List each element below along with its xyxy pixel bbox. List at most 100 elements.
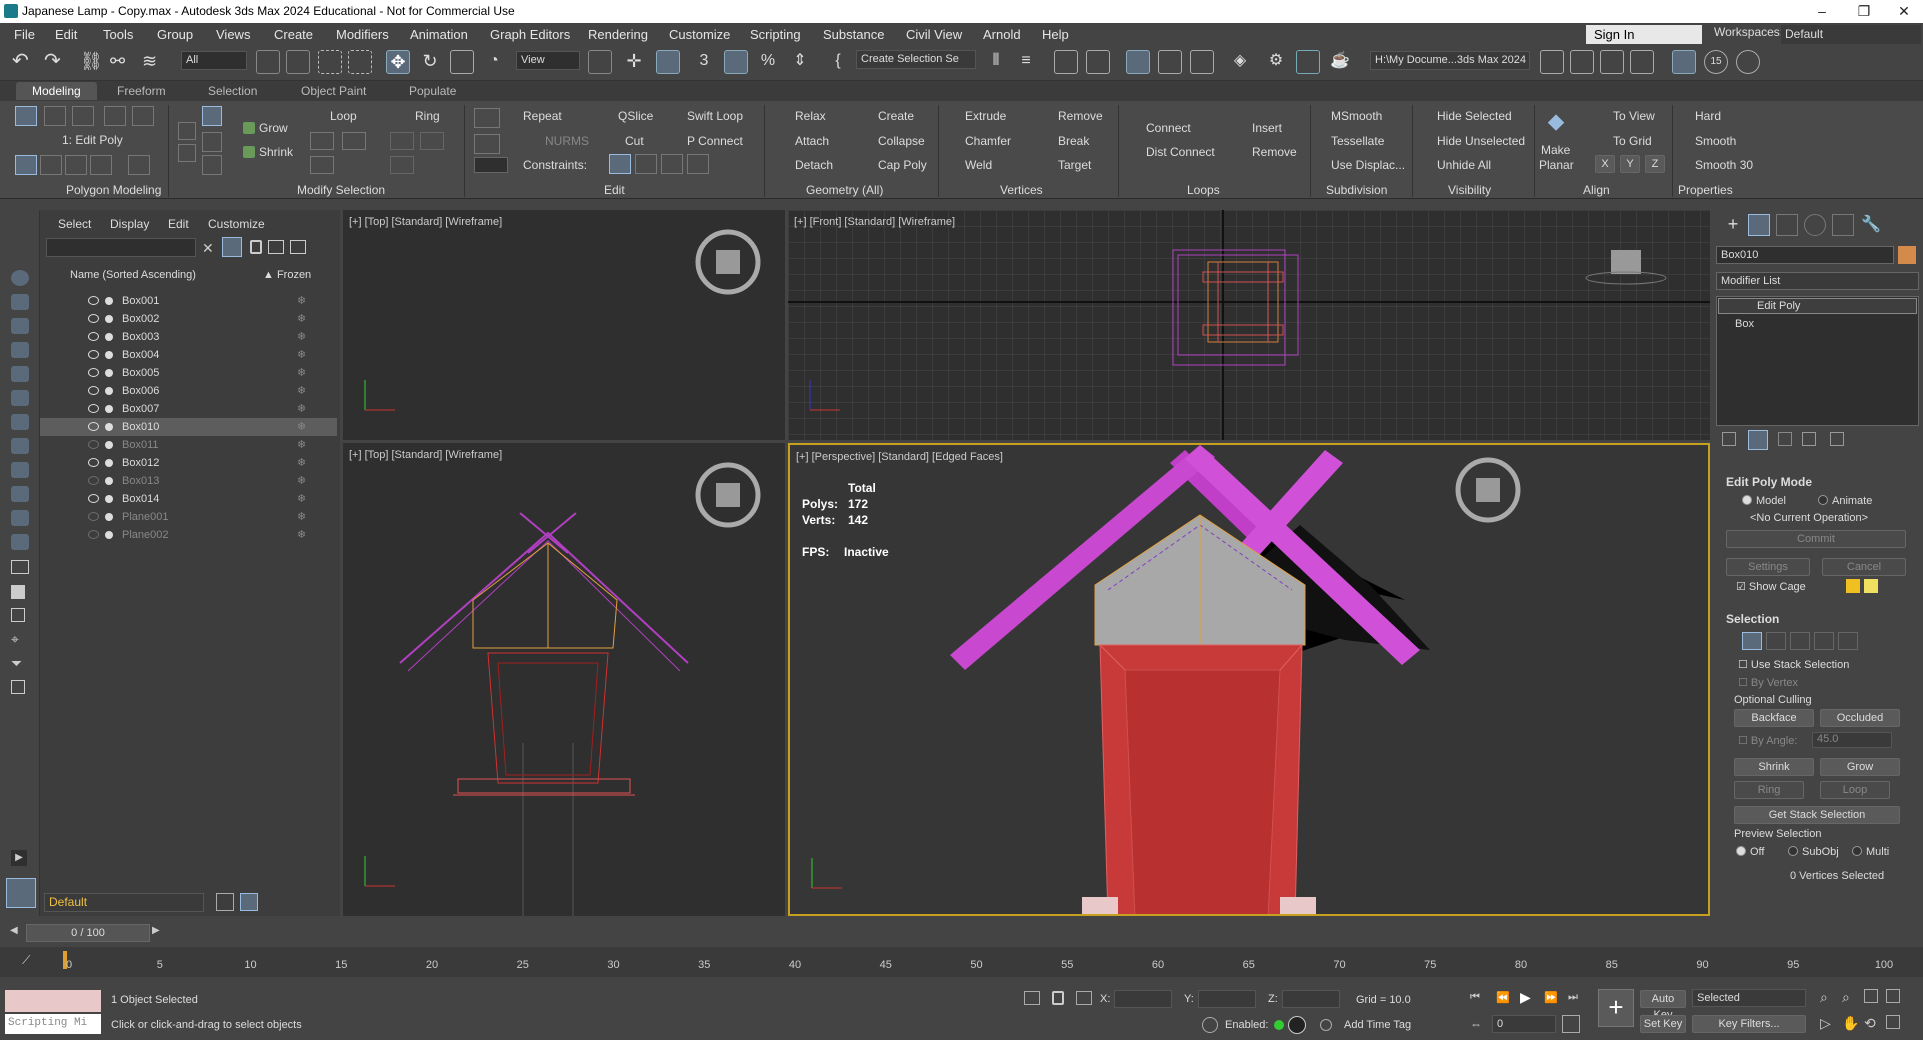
material-editor-icon[interactable]: ◈ bbox=[1228, 50, 1252, 74]
time-tag-icon[interactable] bbox=[1320, 1019, 1332, 1031]
remove-button[interactable]: Remove bbox=[1058, 109, 1103, 123]
sel-polygon-icon[interactable] bbox=[1814, 632, 1834, 650]
align-to-view-button[interactable]: To View bbox=[1613, 109, 1655, 123]
group-geometry[interactable]: Geometry (All) bbox=[806, 183, 883, 197]
remove-loop-button[interactable]: Remove bbox=[1252, 145, 1297, 159]
adaptive-degradation-icon[interactable] bbox=[1202, 1017, 1218, 1033]
scene-row[interactable]: Box001 ❄ bbox=[40, 292, 337, 310]
viewport-top-left[interactable]: [+] [Top] [Standard] [Wireframe] bbox=[343, 210, 785, 440]
version-15-icon[interactable]: 15 bbox=[1704, 50, 1728, 74]
time-config-icon[interactable] bbox=[1562, 1015, 1580, 1033]
display-xrefs-icon[interactable] bbox=[11, 462, 29, 478]
keyboard-shortcut-override-icon[interactable] bbox=[656, 50, 680, 74]
display-cameras-icon[interactable] bbox=[11, 366, 29, 382]
viewcube-top-left[interactable] bbox=[343, 210, 785, 440]
display-spacewarps-icon[interactable] bbox=[11, 414, 29, 430]
align-icon[interactable]: ≡ bbox=[1014, 50, 1038, 74]
preserve-uvs-icon[interactable] bbox=[40, 155, 62, 175]
scene-menu-select[interactable]: Select bbox=[58, 217, 91, 231]
get-stack-selection-button[interactable]: Get Stack Selection bbox=[1734, 806, 1900, 824]
scene-row-name[interactable]: Box001 bbox=[122, 292, 159, 310]
select-ring-icon[interactable] bbox=[202, 155, 222, 175]
visibility-eye-icon[interactable] bbox=[88, 476, 99, 485]
target-weld-button[interactable]: Target bbox=[1058, 158, 1091, 172]
time-tag-toggle[interactable] bbox=[1288, 1016, 1306, 1034]
group-modify-selection[interactable]: Modify Selection bbox=[297, 183, 385, 197]
undo-icon[interactable]: ↶ bbox=[12, 50, 36, 74]
funnel-icon[interactable]: ⏷ bbox=[11, 656, 25, 670]
menu-rendering[interactable]: Rendering bbox=[588, 27, 648, 42]
maximize-viewport-icon[interactable] bbox=[1886, 1015, 1900, 1029]
display-groups-icon[interactable] bbox=[11, 438, 29, 454]
hierarchy-view-icon[interactable] bbox=[268, 240, 284, 254]
visibility-eye-icon[interactable] bbox=[88, 422, 99, 431]
track-bar[interactable]: ⟋ 0 5 10 15 20 25 30 35 40 45 50 55 60 65 70 75 80 85 90 95… bbox=[0, 947, 1923, 977]
smooth-button[interactable]: Smooth bbox=[1695, 134, 1736, 148]
scene-row[interactable]: Box003 ❄ bbox=[40, 328, 337, 346]
shrink-select-icon[interactable] bbox=[178, 144, 196, 162]
frozen-icon[interactable]: ❄ bbox=[297, 490, 306, 508]
insert-loop-button[interactable]: Insert bbox=[1252, 121, 1282, 135]
sel-element-icon[interactable] bbox=[1838, 632, 1858, 650]
backface-button[interactable]: Backface bbox=[1734, 709, 1814, 727]
clear-search-icon[interactable]: ✕ bbox=[202, 240, 214, 257]
orbit-icon[interactable]: ⟲ bbox=[1864, 1015, 1876, 1032]
hierarchy-icon[interactable] bbox=[11, 680, 25, 694]
extrude-button[interactable]: Extrude bbox=[965, 109, 1006, 123]
constraint-face-icon[interactable] bbox=[661, 154, 683, 174]
select-manipulate-icon[interactable]: ✛ bbox=[622, 50, 646, 74]
play-button[interactable]: ▶ bbox=[1520, 989, 1531, 1006]
visibility-eye-icon[interactable] bbox=[88, 404, 99, 413]
pin-stack-icon[interactable] bbox=[1722, 432, 1736, 446]
layer-explorer-icon[interactable] bbox=[240, 893, 258, 911]
unlink-icon[interactable]: ⚯ bbox=[110, 50, 134, 74]
next-key-button[interactable]: ⏩ bbox=[1544, 991, 1558, 1004]
stack-item-edit-poly[interactable] bbox=[1718, 298, 1917, 314]
menu-modifiers[interactable]: Modifiers bbox=[336, 27, 389, 42]
zoom-icon[interactable]: ⌕ bbox=[1820, 989, 1828, 1006]
select-object-icon[interactable] bbox=[256, 50, 280, 74]
spinner-snap-icon[interactable]: ⇕ bbox=[788, 50, 812, 74]
viewport-bottom-left[interactable]: [+] [Top] [Standard] [Wireframe] bbox=[343, 443, 785, 916]
cage-color-swatch[interactable] bbox=[1846, 579, 1860, 593]
menu-graph-editors[interactable]: Graph Editors bbox=[490, 27, 570, 42]
x-coord-field[interactable] bbox=[1114, 990, 1172, 1008]
select-scale-icon[interactable] bbox=[450, 50, 474, 74]
render-production-icon[interactable]: ☕ bbox=[1328, 50, 1352, 74]
rendered-frame-window-icon[interactable] bbox=[1296, 50, 1320, 74]
break-button[interactable]: Break bbox=[1058, 134, 1089, 148]
viewport-layout-icon[interactable] bbox=[6, 878, 36, 908]
maximize-button[interactable]: ❐ bbox=[1846, 1, 1882, 22]
close-button[interactable]: ✕ bbox=[1886, 1, 1922, 22]
configure-sets-icon[interactable] bbox=[1830, 432, 1844, 446]
visibility-eye-icon[interactable] bbox=[88, 458, 99, 467]
pan-icon[interactable]: ✋ bbox=[1842, 1015, 1859, 1032]
filter-icon[interactable]: ⌖ bbox=[11, 632, 25, 646]
menu-customize[interactable]: Customize bbox=[669, 27, 730, 42]
viewport-top-right[interactable]: [+] [Front] [Standard] [Wireframe] bbox=[788, 210, 1710, 440]
scene-menu-edit[interactable]: Edit bbox=[168, 217, 189, 231]
show-end-result-toggle[interactable] bbox=[1748, 430, 1768, 450]
loop-shrink-icon[interactable] bbox=[342, 132, 366, 150]
column-frozen-header[interactable]: ▲ Frozen bbox=[263, 269, 311, 281]
scene-row[interactable]: Box014 ❄ bbox=[40, 490, 337, 508]
rect-selection-icon[interactable] bbox=[318, 50, 342, 74]
radio-animate[interactable]: Animate bbox=[1818, 495, 1872, 507]
ring-loop-icon[interactable] bbox=[390, 156, 414, 174]
nurms-iterations-icon[interactable] bbox=[474, 134, 500, 154]
edit-named-selection-icon[interactable]: { bbox=[826, 50, 850, 74]
msmooth-button[interactable]: MSmooth bbox=[1331, 109, 1382, 123]
save-icon[interactable] bbox=[1672, 50, 1696, 74]
scene-row[interactable]: Box013 ❄ bbox=[40, 472, 337, 490]
modifier-stack-label[interactable]: 1: Edit Poly bbox=[62, 133, 123, 147]
toggle-layer-explorer-icon[interactable] bbox=[1086, 50, 1110, 74]
scene-row-name[interactable]: Box007 bbox=[122, 400, 159, 418]
object-color-swatch[interactable] bbox=[1898, 246, 1916, 264]
modify-tab-icon[interactable] bbox=[1748, 214, 1770, 236]
scene-search-input[interactable] bbox=[46, 238, 196, 257]
display-shapes-icon[interactable] bbox=[11, 318, 29, 334]
make-unique-icon[interactable] bbox=[1778, 432, 1792, 446]
frozen-icon[interactable]: ❄ bbox=[297, 328, 306, 346]
current-frame-field[interactable]: 0 bbox=[1492, 1015, 1556, 1033]
scene-row-name[interactable]: Box003 bbox=[122, 328, 159, 346]
